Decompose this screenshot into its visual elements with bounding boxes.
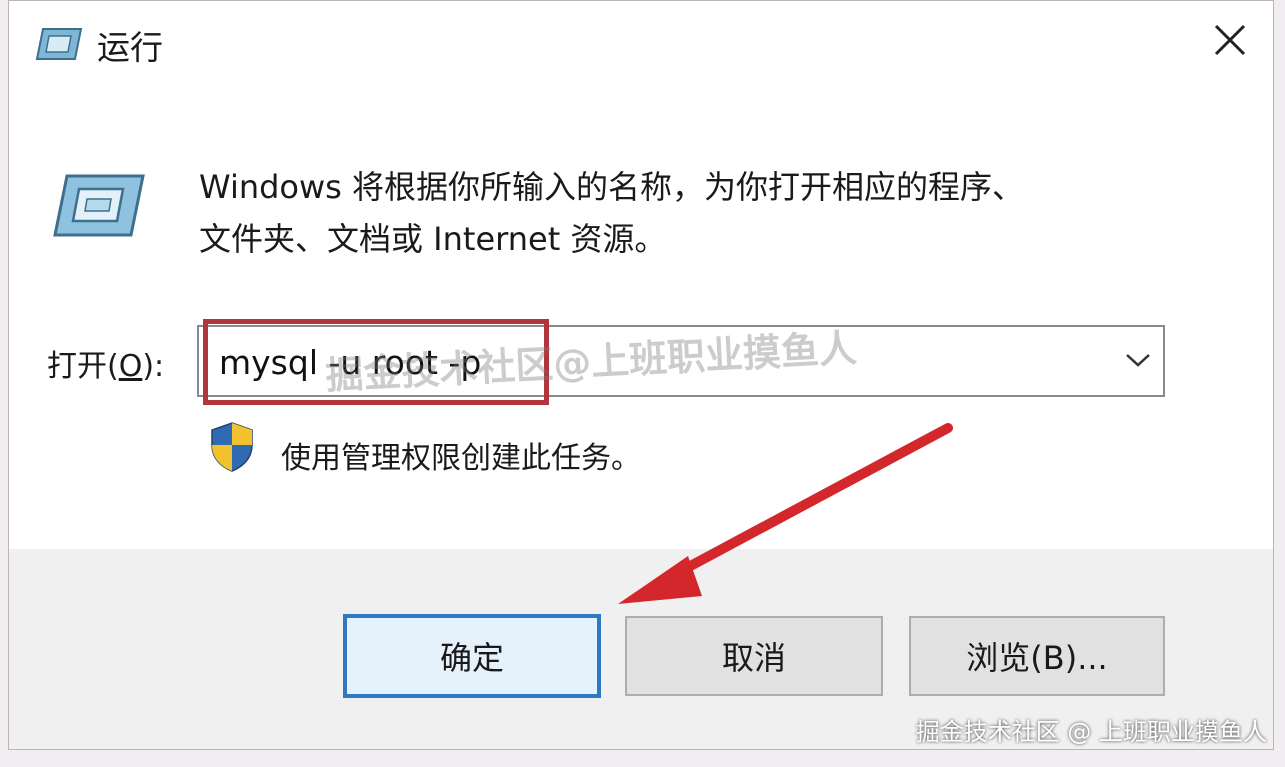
open-label-hotkey: O <box>118 349 143 384</box>
run-icon <box>35 27 83 65</box>
window-title: 运行 <box>97 28 163 67</box>
description: Windows 将根据你所输入的名称，为你打开相应的程序、 文件夹、文档或 In… <box>199 161 1159 265</box>
watermark-corner: 掘金技术社区 @ 上班职业摸鱼人 <box>915 718 1267 746</box>
open-label: 打开(O): <box>47 341 164 385</box>
open-label-suffix: ): <box>142 349 165 384</box>
title-bar: 运行 <box>9 1 1273 87</box>
admin-notice: 使用管理权限创建此任务。 <box>281 441 641 476</box>
cancel-button[interactable]: 取消 <box>625 616 883 696</box>
open-label-prefix: 打开( <box>47 349 119 384</box>
description-line-2: 文件夹、文档或 Internet 资源。 <box>199 220 667 258</box>
uac-shield-icon <box>209 421 255 477</box>
close-icon <box>1213 23 1247 61</box>
description-line-1: Windows 将根据你所输入的名称，为你打开相应的程序、 <box>199 168 1025 206</box>
command-input[interactable] <box>217 331 1101 393</box>
browse-button[interactable]: 浏览(B)... <box>909 616 1165 696</box>
run-large-icon <box>51 173 147 243</box>
run-dialog: 运行 Windows 将根据你所输入的名称，为你打开相应的程序、 文件夹、文档或… <box>8 0 1274 750</box>
chevron-down-icon <box>1125 352 1151 372</box>
dropdown-button[interactable] <box>1117 339 1159 385</box>
close-button[interactable] <box>1201 17 1259 67</box>
ok-button[interactable]: 确定 <box>343 614 601 698</box>
